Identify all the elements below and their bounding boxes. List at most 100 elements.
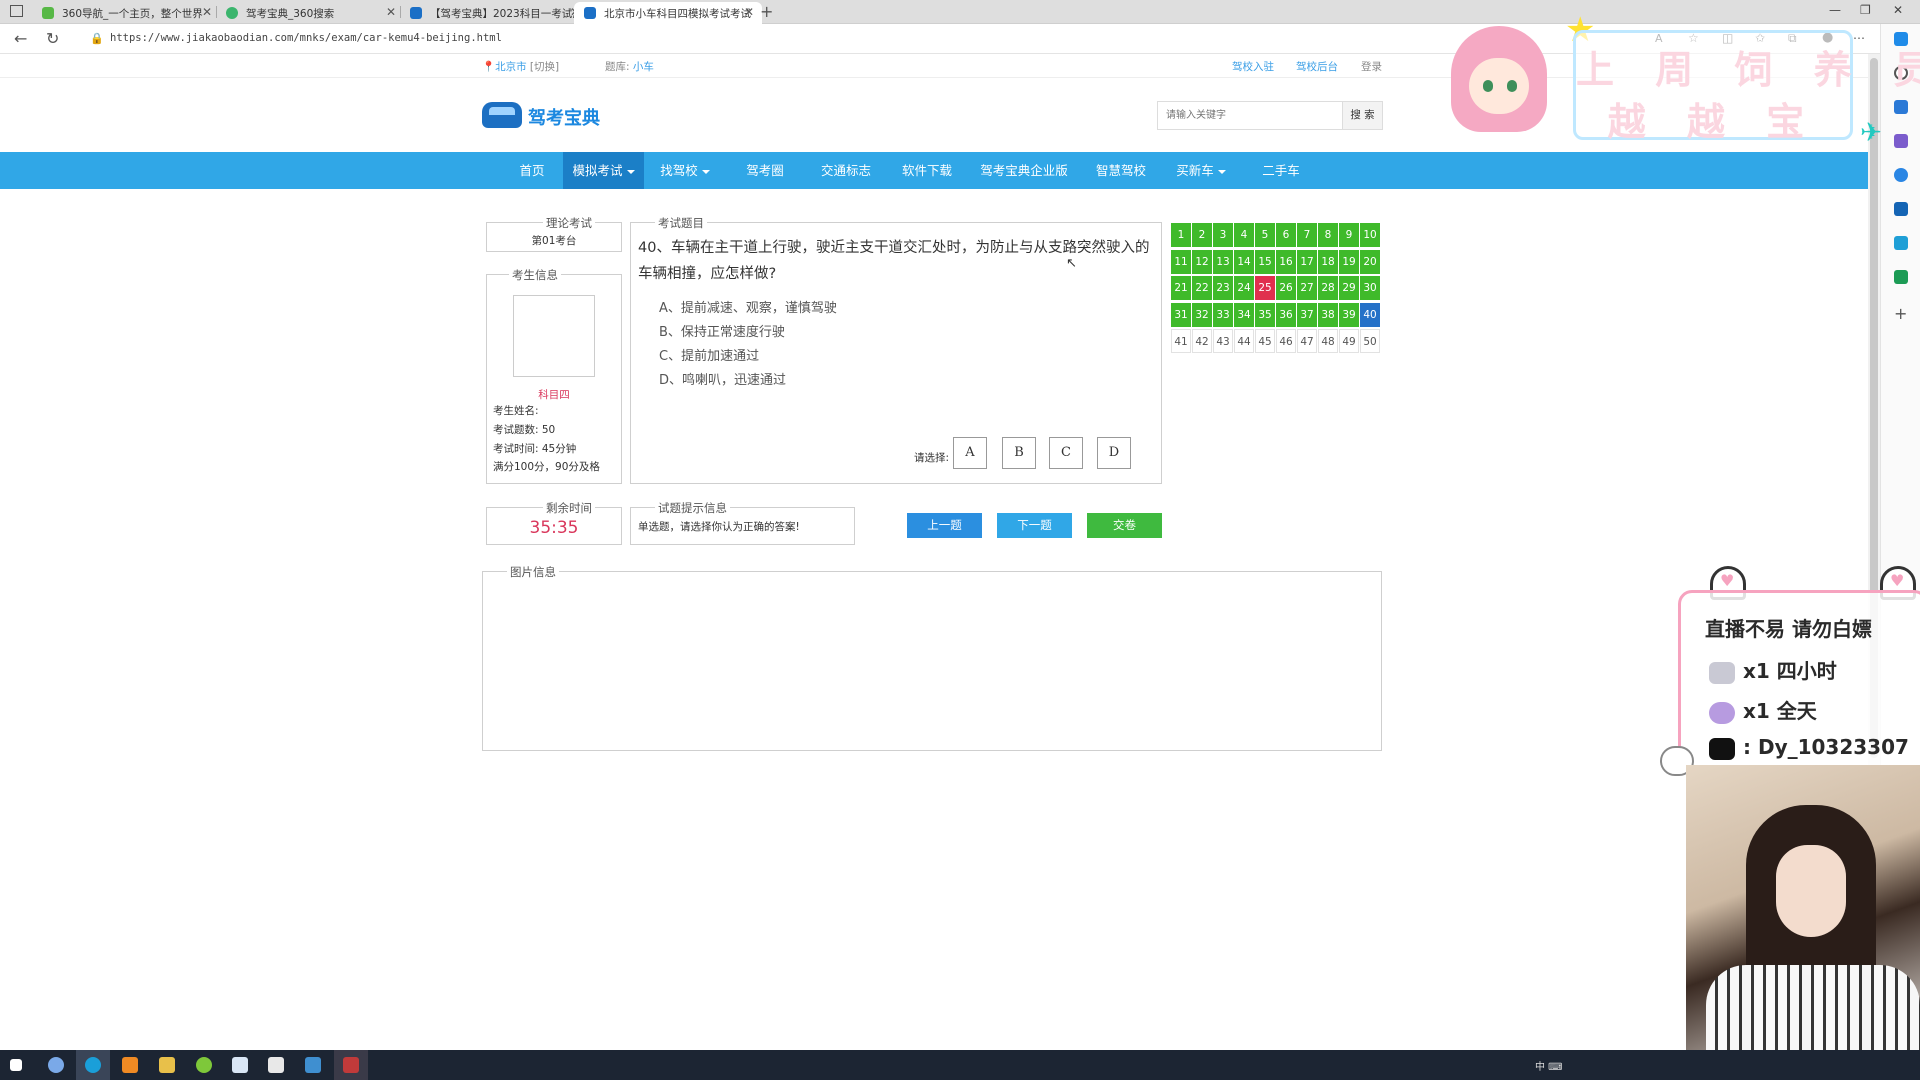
question-number-24[interactable]: 24	[1234, 276, 1254, 300]
question-number-21[interactable]: 21	[1171, 276, 1191, 300]
edge-browser-icon[interactable]	[85, 1057, 101, 1073]
question-number-23[interactable]: 23	[1213, 276, 1233, 300]
question-number-36[interactable]: 36	[1276, 302, 1296, 327]
question-number-48[interactable]: 48	[1318, 329, 1338, 353]
question-number-15[interactable]: 15	[1255, 249, 1275, 274]
question-number-2[interactable]: 2	[1192, 223, 1212, 247]
question-number-42[interactable]: 42	[1192, 329, 1212, 353]
nav-circle[interactable]: 驾考圈	[730, 152, 800, 189]
add-sidebar-icon[interactable]: +	[1894, 304, 1907, 323]
answer-c-button[interactable]: C	[1049, 437, 1083, 469]
question-number-9[interactable]: 9	[1339, 223, 1359, 247]
school-join-link[interactable]: 驾校入驻	[1232, 59, 1274, 74]
question-number-16[interactable]: 16	[1276, 249, 1296, 274]
question-number-41[interactable]: 41	[1171, 329, 1191, 353]
nav-smart-school[interactable]: 智慧驾校	[1086, 152, 1156, 189]
app-icon[interactable]	[232, 1057, 248, 1073]
people-icon[interactable]	[1894, 134, 1908, 148]
app-icon[interactable]	[196, 1057, 212, 1073]
question-number-10[interactable]: 10	[1360, 223, 1380, 247]
nav-home[interactable]: 首页	[502, 152, 562, 189]
question-number-7[interactable]: 7	[1297, 223, 1317, 247]
browser-tab-1[interactable]: 360导航_一个主页，整个世界 ✕	[32, 2, 220, 24]
question-number-3[interactable]: 3	[1213, 223, 1233, 247]
question-number-43[interactable]: 43	[1213, 329, 1233, 353]
close-window-icon[interactable]: ✕	[1893, 3, 1903, 17]
question-number-18[interactable]: 18	[1318, 249, 1338, 274]
question-number-8[interactable]: 8	[1318, 223, 1338, 247]
answer-d-button[interactable]: D	[1097, 437, 1131, 469]
question-number-38[interactable]: 38	[1318, 302, 1338, 327]
question-number-39[interactable]: 39	[1339, 302, 1359, 327]
question-number-11[interactable]: 11	[1171, 249, 1191, 274]
question-number-14[interactable]: 14	[1234, 249, 1254, 274]
close-tab-icon[interactable]: ✕	[744, 5, 754, 19]
question-number-19[interactable]: 19	[1339, 249, 1359, 274]
close-tab-icon[interactable]: ✕	[202, 5, 212, 19]
question-number-27[interactable]: 27	[1297, 276, 1317, 300]
question-number-6[interactable]: 6	[1276, 223, 1296, 247]
url-field[interactable]: 🔒 https://www.jiakaobaodian.com/mnks/exa…	[82, 28, 1642, 50]
steam-icon[interactable]	[305, 1057, 321, 1073]
browser-tab-2[interactable]: 驾考宝典_360搜索 ✕	[216, 2, 404, 24]
tab-actions-icon[interactable]	[10, 5, 23, 17]
close-tab-icon[interactable]: ✕	[386, 5, 396, 19]
question-number-22[interactable]: 22	[1192, 276, 1212, 300]
browser-tab-3[interactable]: 【驾考宝典】2023科目一考试,科 ✕	[400, 2, 588, 24]
question-number-30[interactable]: 30	[1360, 276, 1380, 300]
login-link[interactable]: 登录	[1361, 59, 1382, 74]
question-number-49[interactable]: 49	[1339, 329, 1359, 353]
search-button[interactable]: 搜 索	[1342, 102, 1382, 129]
question-number-1[interactable]: 1	[1171, 223, 1191, 247]
next-question-button[interactable]: 下一题	[997, 513, 1072, 538]
settings-app-icon[interactable]	[48, 1057, 64, 1073]
question-number-4[interactable]: 4	[1234, 223, 1254, 247]
question-number-37[interactable]: 37	[1297, 302, 1317, 327]
question-number-12[interactable]: 12	[1192, 249, 1212, 274]
question-number-17[interactable]: 17	[1297, 249, 1317, 274]
refresh-icon[interactable]: ↻	[46, 29, 59, 48]
question-number-32[interactable]: 32	[1192, 302, 1212, 327]
obs-icon[interactable]	[343, 1057, 359, 1073]
search-input[interactable]	[1158, 102, 1344, 129]
question-number-35[interactable]: 35	[1255, 302, 1275, 327]
question-number-13[interactable]: 13	[1213, 249, 1233, 274]
school-backend-link[interactable]: 驾校后台	[1296, 59, 1338, 74]
nav-download[interactable]: 软件下载	[892, 152, 962, 189]
question-number-47[interactable]: 47	[1297, 329, 1317, 353]
app-icon[interactable]	[268, 1057, 284, 1073]
question-number-33[interactable]: 33	[1213, 302, 1233, 327]
bing-icon[interactable]	[1894, 32, 1908, 46]
new-tab-icon[interactable]: +	[760, 2, 773, 21]
question-number-34[interactable]: 34	[1234, 302, 1254, 327]
question-number-5[interactable]: 5	[1255, 223, 1275, 247]
city-switch-link[interactable]: [切换]	[530, 61, 559, 73]
tree-icon[interactable]	[1894, 270, 1908, 284]
question-number-31[interactable]: 31	[1171, 302, 1191, 327]
minimize-icon[interactable]: —	[1829, 3, 1841, 17]
question-number-50[interactable]: 50	[1360, 329, 1380, 353]
nav-new-car[interactable]: 买新车	[1166, 152, 1236, 189]
question-number-29[interactable]: 29	[1339, 276, 1359, 300]
question-number-28[interactable]: 28	[1318, 276, 1338, 300]
nav-mock-exam[interactable]: 模拟考试	[563, 152, 644, 189]
question-number-20[interactable]: 20	[1360, 249, 1380, 274]
nav-used-car[interactable]: 二手车	[1250, 152, 1312, 189]
city-selector[interactable]: 📍北京市 [切换]	[482, 59, 559, 74]
nav-find-school[interactable]: 找驾校	[650, 152, 720, 189]
question-number-40[interactable]: 40	[1360, 302, 1380, 327]
app-icon[interactable]	[159, 1057, 175, 1073]
tools-icon[interactable]	[1894, 100, 1908, 114]
question-number-45[interactable]: 45	[1255, 329, 1275, 353]
send-icon[interactable]	[1894, 236, 1908, 250]
nav-enterprise[interactable]: 驾考宝典企业版	[974, 152, 1074, 189]
prev-question-button[interactable]: 上一题	[907, 513, 982, 538]
answer-a-button[interactable]: A	[953, 437, 987, 469]
windows-start-icon[interactable]	[10, 1059, 22, 1071]
question-number-46[interactable]: 46	[1276, 329, 1296, 353]
question-number-26[interactable]: 26	[1276, 276, 1296, 300]
browser-tab-4-active[interactable]: 北京市小车科目四模拟考试考试 ✕	[574, 2, 762, 24]
office-icon[interactable]	[1894, 168, 1908, 182]
answer-b-button[interactable]: B	[1002, 437, 1036, 469]
outlook-icon[interactable]	[1894, 202, 1908, 216]
